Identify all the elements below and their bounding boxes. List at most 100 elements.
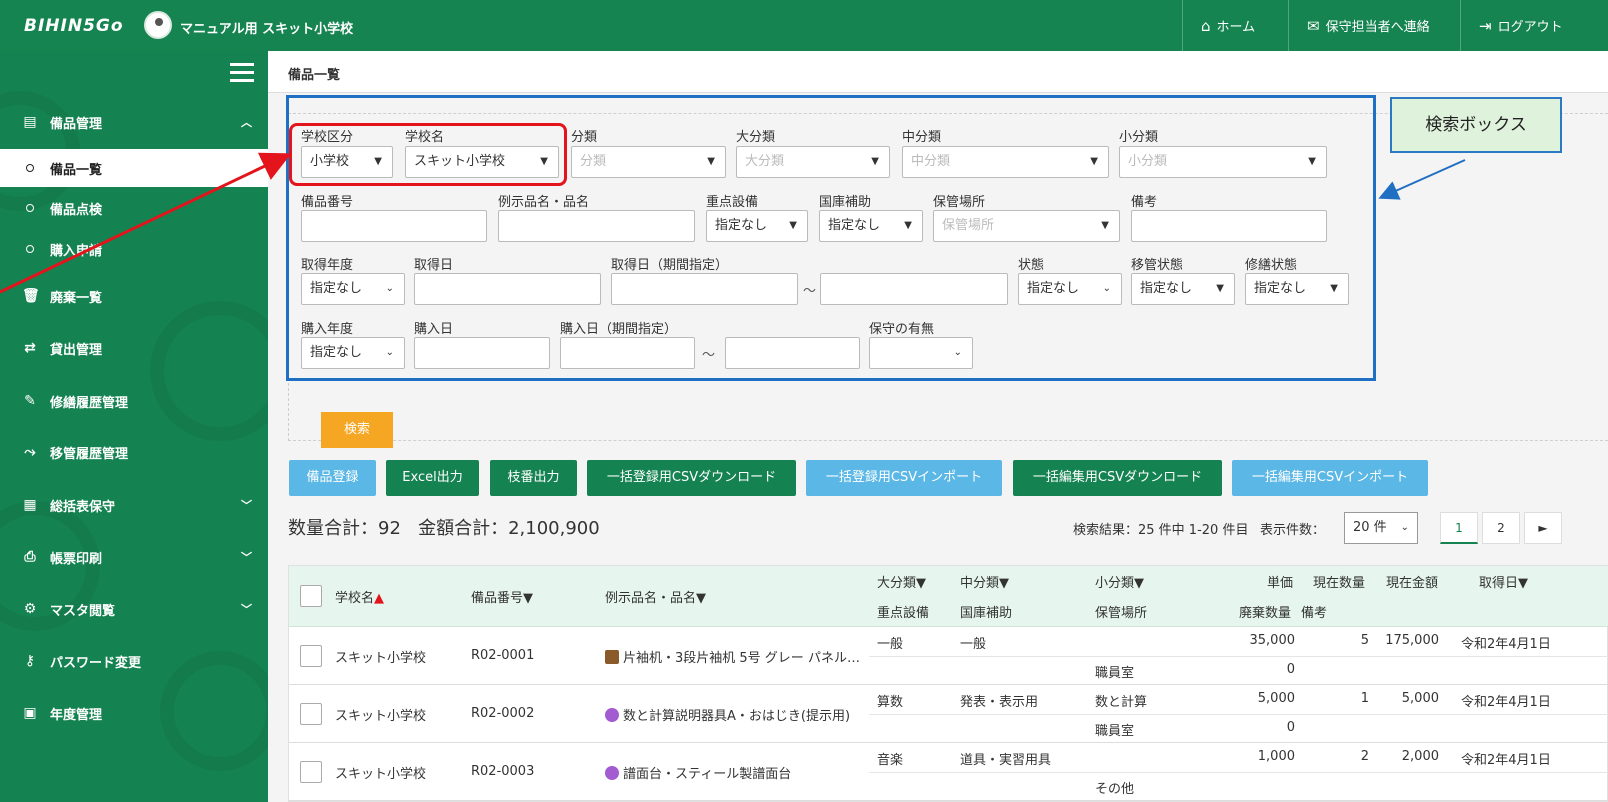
- cell-amount: 5,000: [1401, 691, 1439, 706]
- cell-acq-date: 令和2年4月1日: [1461, 753, 1551, 768]
- bullet-icon: [26, 245, 34, 253]
- cell-item-name[interactable]: 片袖机・3段片袖机 5号 グレー パネル…: [605, 647, 867, 666]
- sidebar-item-password[interactable]: ⚷ パスワード変更: [0, 641, 268, 681]
- table-row[interactable]: スキット小学校 R02-0002 数と計算説明器具A・おはじき(提示用) 算数 …: [289, 685, 1608, 743]
- excel-export-button[interactable]: Excel出力: [386, 460, 479, 496]
- sidebar-item-disposal[interactable]: 🗑 廃棄一覧: [0, 276, 268, 316]
- contact-link[interactable]: ✉ 保守担当者へ連絡: [1288, 0, 1460, 51]
- sidebar-item-lending[interactable]: ⇄ 貸出管理: [0, 328, 268, 368]
- print-icon: ⎙: [24, 549, 36, 565]
- page-1-button[interactable]: 1: [1440, 512, 1478, 544]
- bulk-register-csv-import-button[interactable]: 一括登録用CSVインポート: [806, 460, 1002, 496]
- header-storage: 保管場所: [1095, 606, 1148, 621]
- sidebar: ▤ 備品管理 ︿ 備品一覧 備品点検 購入申請 🗑 廃棄一覧 ⇄ 貸出管理 ✎ 修繕履歴管…: [0, 51, 268, 802]
- menu-toggle-icon[interactable]: [230, 63, 254, 83]
- move-icon: ⤳: [24, 444, 36, 460]
- home-link[interactable]: ⌂ ホーム: [1182, 0, 1288, 51]
- sidebar-subitem-inspection[interactable]: 備品点検: [0, 189, 268, 227]
- cell-storage: 職員室: [1095, 666, 1135, 681]
- cell-school: スキット小学校: [335, 709, 427, 724]
- perpage-label: 表示件数：: [1260, 523, 1326, 538]
- logout-icon: ⇥: [1479, 16, 1492, 35]
- sidebar-item-year[interactable]: ▣ 年度管理: [0, 693, 268, 733]
- header-acq-date[interactable]: 取得日▼: [1479, 572, 1528, 591]
- top-bar: BIHIN5Go マニュアル用 スキット小学校 ⌂ ホーム ✉ 保守担当者へ連絡 ⇥…: [0, 0, 1608, 51]
- page-2-button[interactable]: 2: [1482, 512, 1520, 544]
- cell-qty: 5: [1360, 633, 1369, 648]
- select-all-checkbox[interactable]: [300, 585, 322, 607]
- cell-qty: 1: [1360, 691, 1369, 706]
- total-quantity: 数量合計：92: [288, 518, 401, 539]
- chevron-down-icon: ﹀: [241, 551, 252, 564]
- breadcrumb-bar: 備品一覧: [268, 51, 1608, 93]
- table-row[interactable]: スキット小学校 R02-0003 譜面台・スティール製譜面台 音楽 道具・実習用…: [289, 743, 1608, 801]
- calendar-icon: ▣: [23, 705, 37, 721]
- bulk-edit-csv-download-button[interactable]: 一括編集用CSVダウンロード: [1013, 460, 1222, 496]
- wrench-icon: ✎: [24, 393, 36, 409]
- item-category-icon: [605, 708, 619, 722]
- cell-amount: 2,000: [1401, 749, 1439, 764]
- cell-item-name[interactable]: 譜面台・スティール製譜面台: [605, 763, 867, 782]
- page-title: 備品一覧: [288, 68, 341, 83]
- sidebar-item-inventory[interactable]: ▤ 備品管理 ︿: [0, 102, 268, 142]
- cell-price: 35,000: [1249, 633, 1296, 648]
- sidebar-item-summary[interactable]: ▦ 総括表保守 ﹀: [0, 485, 268, 525]
- items-table: 学校名▲ 備品番号▼ 例示品名・品名▼ 大分類▼ 中分類▼ 小分類▼ 単価 現在…: [288, 565, 1608, 802]
- cell-major: 算数: [877, 695, 904, 710]
- total-amount: 金額合計：2,100,900: [418, 518, 600, 539]
- register-item-button[interactable]: 備品登録: [289, 460, 376, 496]
- cell-acq-date: 令和2年4月1日: [1461, 695, 1551, 710]
- sidebar-subitem-list[interactable]: 備品一覧: [0, 149, 268, 187]
- cell-disposal: 0: [1286, 662, 1295, 677]
- caret-down-icon: ⌄: [1400, 522, 1409, 533]
- chevron-down-icon: ﹀: [241, 603, 252, 616]
- cell-item-no: R02-0001: [471, 648, 535, 663]
- header-school[interactable]: 学校名▲: [335, 587, 384, 606]
- app-logo[interactable]: BIHIN5Go: [24, 16, 124, 36]
- cell-disposal: 0: [1286, 720, 1295, 735]
- header-subsidy: 国庫補助: [960, 606, 1013, 621]
- header-amount: 現在金額: [1386, 576, 1439, 591]
- sidebar-item-print[interactable]: ⎙ 帳票印刷 ﹀: [0, 537, 268, 577]
- sidebar-item-move[interactable]: ⤳ 移管履歴管理: [0, 432, 268, 472]
- header-qty: 現在数量: [1313, 576, 1366, 591]
- row-checkbox[interactable]: [300, 645, 322, 667]
- cell-middle: 一般: [960, 637, 987, 652]
- home-icon: ⌂: [1201, 16, 1211, 35]
- row-checkbox[interactable]: [300, 703, 322, 725]
- sidebar-item-master[interactable]: ⚙ マスタ閲覧 ﹀: [0, 589, 268, 629]
- sidebar-item-repair[interactable]: ✎ 修繕履歴管理: [0, 381, 268, 421]
- row-checkbox[interactable]: [300, 761, 322, 783]
- header-notes: 備考: [1301, 606, 1328, 621]
- cell-major: 音楽: [877, 753, 904, 768]
- cell-middle: 発表・表示用: [960, 695, 1039, 710]
- bulk-edit-csv-import-button[interactable]: 一括編集用CSVインポート: [1232, 460, 1428, 496]
- perpage-select[interactable]: 20 件 ⌄: [1344, 512, 1418, 544]
- bullet-icon: [26, 204, 34, 212]
- row-divider: [869, 772, 1608, 773]
- mail-icon: ✉: [1307, 16, 1320, 35]
- next-page-button[interactable]: ►: [1524, 512, 1562, 544]
- row-divider: [869, 714, 1608, 715]
- header-priority: 重点設備: [877, 606, 930, 621]
- cell-item-name[interactable]: 数と計算説明器具A・おはじき(提示用): [605, 705, 867, 724]
- sidebar-subitem-purchase[interactable]: 購入申請: [0, 230, 268, 268]
- header-minor[interactable]: 小分類▼: [1095, 572, 1144, 591]
- logout-link[interactable]: ⇥ ログアウト: [1460, 0, 1608, 51]
- school-field-highlight: [289, 123, 567, 186]
- sort-up-icon: ▲: [374, 591, 385, 606]
- school-avatar: [144, 11, 172, 39]
- header-middle[interactable]: 中分類▼: [960, 572, 1009, 591]
- table-row[interactable]: スキット小学校 R02-0001 片袖机・3段片袖机 5号 グレー パネル… 一…: [289, 627, 1608, 685]
- cell-middle: 道具・実習用具: [960, 753, 1052, 768]
- bulk-register-csv-download-button[interactable]: 一括登録用CSVダウンロード: [587, 460, 796, 496]
- search-button[interactable]: 検索: [321, 412, 393, 448]
- table-header: 学校名▲ 備品番号▼ 例示品名・品名▼ 大分類▼ 中分類▼ 小分類▼ 単価 現在…: [289, 566, 1608, 627]
- list-icon: ▦: [23, 497, 37, 513]
- header-item-name[interactable]: 例示品名・品名▼: [605, 587, 706, 606]
- header-item-no[interactable]: 備品番号▼: [471, 587, 533, 606]
- cell-qty: 2: [1360, 749, 1369, 764]
- header-major[interactable]: 大分類▼: [877, 572, 926, 591]
- branch-export-button[interactable]: 枝番出力: [490, 460, 577, 496]
- cell-storage: 職員室: [1095, 724, 1135, 739]
